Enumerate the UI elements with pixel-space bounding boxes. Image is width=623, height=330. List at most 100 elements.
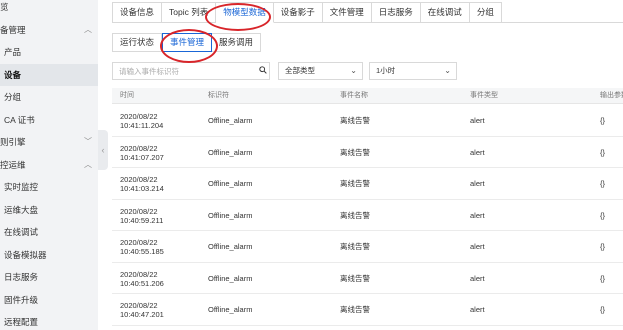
sidebar-item[interactable]: 分组: [0, 86, 98, 108]
sidebar-item-label: 远程配置: [4, 317, 39, 327]
cell-time: 2020/08/22 10:40:59.211: [120, 207, 163, 225]
tab[interactable]: 在线调试: [420, 2, 470, 23]
table-row[interactable]: 2020/08/22 10:40:47.201 Offline_alarm 离线告警 a…: [112, 294, 623, 326]
event-search-input[interactable]: [112, 62, 270, 80]
cell-date: 2020/08/22: [120, 112, 158, 121]
table-row[interactable]: 2020/08/22 10:41:03.214 Offline_alarm 离线告警 a…: [112, 168, 623, 200]
cell-event-type: alert: [470, 242, 485, 251]
cell-date: 2020/08/22: [120, 175, 158, 184]
tab[interactable]: 文件管理: [322, 2, 372, 23]
col-identifier: 标识符: [208, 92, 229, 99]
sidebar-item[interactable]: 设备: [0, 63, 98, 86]
cell-time: 2020/08/22 10:40:47.201: [120, 301, 164, 319]
sidebar-item-label: 则引擎: [0, 137, 26, 147]
time-range-select[interactable]: 1小时 ⌄: [369, 62, 457, 80]
cell-event-type: alert: [470, 179, 485, 188]
cell-event-type: alert: [470, 210, 485, 220]
col-event-name: 事件名称: [340, 92, 368, 99]
sidebar-item[interactable]: 备管理 ︿: [0, 19, 98, 41]
time-range-value: 1小时: [376, 66, 396, 75]
cell-date: 2020/08/22: [120, 143, 158, 153]
sidebar-item[interactable]: 览: [0, 0, 98, 18]
cell-date: 2020/08/22: [120, 269, 158, 279]
cell-event-name: 离线告警: [340, 179, 370, 188]
sidebar-item-label: 固件升级: [4, 294, 39, 305]
cell-identifier: Offline_alarm: [208, 179, 253, 188]
cell-clock: 10:40:47.201: [120, 310, 164, 319]
table-row[interactable]: 2020/08/22 10:40:51.206 Offline_alarm 离线告警 a…: [112, 263, 623, 294]
cell-event-name: 离线告警: [340, 242, 370, 251]
sidebar-item[interactable]: 在线调试: [0, 221, 98, 243]
cell-clock: 10:41:07.207: [120, 152, 164, 162]
sidebar-item[interactable]: 设备模拟器: [0, 244, 98, 266]
cell-output-params: {}: [600, 179, 606, 188]
subtab[interactable]: 事件管理: [162, 33, 213, 52]
tab[interactable]: 日志服务: [371, 2, 421, 23]
cell-identifier: Offline_alarm: [208, 116, 253, 125]
chevron-down-icon: ⌄: [350, 66, 357, 75]
sidebar-item[interactable]: 运维大盘: [0, 199, 98, 221]
sidebar-item[interactable]: 则引擎 ﹀: [0, 131, 98, 153]
tab[interactable]: 分组: [469, 2, 502, 23]
sidebar-collapse-handle[interactable]: ‹: [98, 130, 108, 170]
cell-event-name: 离线告警: [340, 147, 370, 157]
search-icon[interactable]: [259, 66, 267, 74]
sidebar-item[interactable]: 产品: [0, 41, 98, 63]
sidebar-item-label: 实时监控: [4, 182, 39, 192]
sidebar-item-label: 备管理: [0, 24, 26, 35]
sidebar-item-label: 设备模拟器: [4, 249, 47, 260]
tab[interactable]: 设备信息: [112, 2, 163, 23]
cell-output-params: {}: [600, 210, 606, 220]
sidebar-item[interactable]: CA 证书: [0, 109, 98, 131]
chevron-up-icon[interactable]: ︿: [84, 19, 92, 41]
cell-event-name: 离线告警: [340, 116, 370, 125]
col-time: 时间: [120, 92, 134, 99]
cell-date: 2020/08/22: [120, 206, 158, 216]
tab[interactable]: 物模型数据: [216, 2, 274, 23]
cell-output-params: {}: [600, 305, 606, 314]
cell-output-params: {}: [600, 147, 606, 157]
sidebar-item[interactable]: 固件升级: [0, 289, 98, 311]
sidebar-item-label: 运维大盘: [4, 204, 39, 215]
sidebar-item-label: 设备: [4, 69, 22, 80]
cell-identifier: Offline_alarm: [208, 273, 253, 283]
tab[interactable]: Topic 列表: [162, 2, 217, 23]
sidebar-item-label: 日志服务: [4, 272, 39, 282]
table-row[interactable]: 2020/08/22 10:40:55.185 Offline_alarm 离线告警 a…: [112, 231, 623, 263]
col-event-type: 事件类型: [470, 92, 498, 99]
cell-clock: 10:41:03.214: [120, 184, 164, 193]
cell-clock: 10:40:51.206: [120, 278, 164, 288]
cell-time: 2020/08/22 10:40:51.206: [120, 270, 164, 288]
subtab[interactable]: 运行状态: [112, 33, 163, 52]
chevron-down-icon[interactable]: ﹀: [84, 131, 92, 153]
table-row[interactable]: 2020/08/22 10:41:11.204 Offline_alarm 离线告警 a…: [112, 105, 623, 137]
event-type-select[interactable]: 全部类型 ⌄: [278, 62, 363, 80]
sidebar-item-label: 产品: [4, 47, 22, 57]
table-row[interactable]: 2020/08/22 10:41:07.207 Offline_alarm 离线告警 a…: [112, 137, 623, 168]
sidebar: 览备管理 ︿ 产品设备分组 CA 证书则引擎 ﹀ 控运维 ︿ 实时监控运维大盘在线调试设备模拟…: [0, 0, 98, 330]
cell-time: 2020/08/22 10:40:55.185: [120, 238, 164, 256]
sidebar-item[interactable]: 控运维 ︿: [0, 154, 98, 176]
chevron-up-icon[interactable]: ︿: [84, 154, 92, 176]
sidebar-item-label: CA 证书: [4, 114, 35, 125]
cell-date: 2020/08/22: [120, 301, 158, 310]
cell-date: 2020/08/22: [120, 238, 158, 247]
cell-time: 2020/08/22 10:41:07.207: [120, 144, 164, 162]
sidebar-item[interactable]: 远程配置: [0, 311, 98, 330]
table-row[interactable]: 2020/08/22 10:40:59.211 Offline_alarm 离线告警 a…: [112, 200, 623, 231]
device-tabs: 设备信息 Topic 列表 物模型数据 设备影子 文件管理 日志服务 在线调试 分组: [112, 2, 502, 24]
sidebar-item[interactable]: 实时监控: [0, 176, 98, 198]
cell-identifier: Offline_alarm: [208, 305, 253, 314]
cell-event-type: alert: [470, 273, 485, 283]
cell-event-name: 离线告警: [340, 210, 370, 220]
cell-clock: 10:40:59.211: [120, 215, 164, 225]
subtab[interactable]: 服务调用: [212, 33, 262, 52]
sidebar-item[interactable]: 日志服务: [0, 266, 98, 288]
sidebar-item-label: 控运维: [0, 159, 26, 170]
cell-time: 2020/08/22 10:41:11.204: [120, 112, 163, 130]
sidebar-item-label: 在线调试: [4, 227, 39, 237]
tab[interactable]: 设备影子: [273, 2, 323, 23]
thing-model-subtabs: 运行状态 事件管理 服务调用: [112, 33, 262, 53]
cell-time: 2020/08/22 10:41:03.214: [120, 175, 164, 193]
chevron-down-icon: ⌄: [444, 66, 451, 75]
